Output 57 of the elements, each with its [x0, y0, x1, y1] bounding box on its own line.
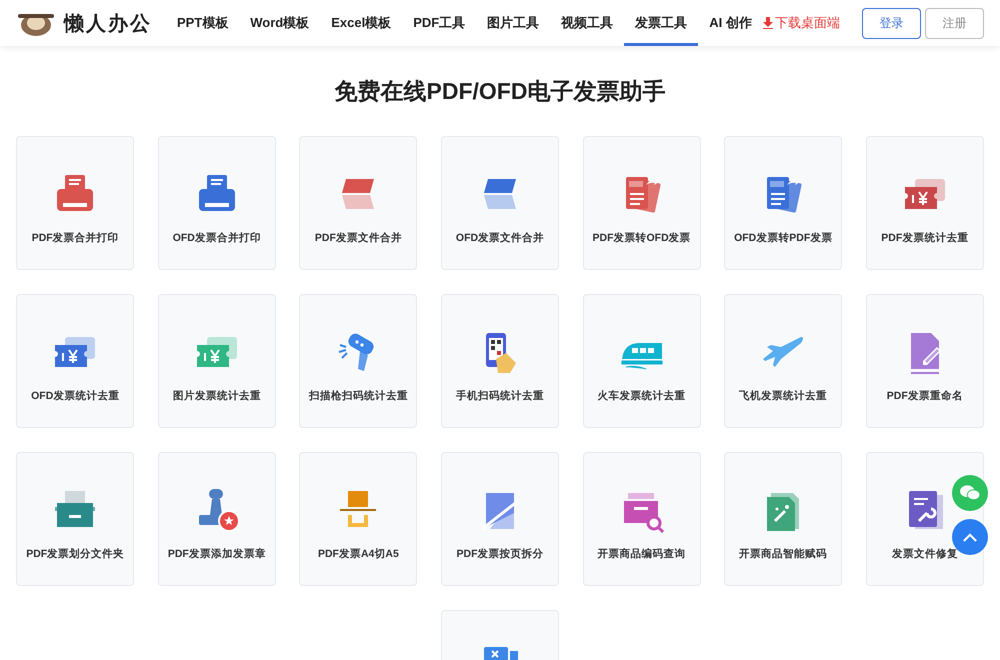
tool-label: 飞机发票统计去重: [739, 389, 828, 403]
tool-card[interactable]: OFD发票文件合并: [441, 136, 559, 270]
download-icon: [762, 17, 773, 29]
tool-label: OFD发票统计去重: [31, 389, 120, 403]
tool-label: PDF发票合并打印: [32, 231, 119, 245]
nav-tab[interactable]: PPT模板: [166, 0, 240, 46]
tool-card[interactable]: 火车发票统计去重: [582, 294, 701, 428]
tool-label: 开票商品编码查询: [598, 547, 686, 561]
nav-tab[interactable]: Excel模板: [320, 0, 402, 46]
page-title: 免费在线PDF/OFD电子发票助手: [334, 77, 666, 106]
tool-label: OFD发票转PDF发票: [734, 231, 832, 245]
tool-label: 开票商品智能赋码: [739, 547, 828, 561]
tool-label: 发票文件修复: [892, 547, 958, 561]
tool-card[interactable]: PDF发票添加发票章: [158, 452, 276, 586]
tool-card[interactable]: PDF发票转OFD发票: [582, 136, 701, 270]
site-logo-text[interactable]: 懒人办公: [64, 10, 152, 36]
tool-card[interactable]: OFD发票转PDF发票: [724, 136, 842, 270]
tool-card[interactable]: 扫描枪扫码统计去重: [299, 294, 418, 428]
chat-bubbles-icon: [959, 484, 981, 502]
tool-label: OFD发票合并打印: [172, 231, 261, 245]
tool-label: PDF发票文件合并: [314, 231, 402, 245]
tool-label: PDF发票重命名: [886, 389, 963, 403]
tool-label: PDF发票统计去重: [881, 231, 968, 245]
tool-label: 图片发票统计去重: [172, 389, 261, 403]
tool-card[interactable]: PDF发票按页拆分: [441, 452, 559, 586]
nav-tab[interactable]: 图片工具: [476, 0, 550, 46]
nav-tab[interactable]: Word模板: [239, 0, 320, 46]
tool-label: PDF发票划分文件夹: [26, 547, 124, 561]
tool-card[interactable]: 手机扫码统计去重: [441, 294, 559, 428]
tool-card[interactable]: PDF发票统计去重: [866, 136, 984, 270]
nav-tab[interactable]: 视频工具: [550, 0, 624, 46]
tool-card[interactable]: 开票商品智能赋码: [724, 452, 842, 586]
tool-card[interactable]: PDF发票重命名: [866, 294, 984, 428]
login-button[interactable]: 登录: [862, 8, 921, 38]
tool-label: PDF发票按页拆分: [456, 547, 544, 561]
tool-label: PDF发票A4切A5: [318, 547, 399, 561]
register-button[interactable]: 注册: [924, 8, 984, 38]
nav-tab[interactable]: 发票工具: [624, 0, 698, 46]
chevron-up-icon: [963, 532, 977, 542]
tool-card[interactable]: 图片发票统计去重: [158, 294, 276, 428]
tool-card[interactable]: PDF发票合并打印: [16, 136, 134, 270]
tool-label: 手机扫码统计去重: [456, 389, 544, 403]
tool-label: PDF发票转OFD发票: [592, 231, 691, 245]
download-link[interactable]: 下载桌面端: [762, 14, 840, 32]
tool-card[interactable]: OFD发票合并打印: [158, 136, 276, 270]
nav-tab[interactable]: PDF工具: [402, 0, 476, 46]
tool-card[interactable]: PDF发票文件合并: [299, 136, 418, 270]
tool-card[interactable]: PDF发票划分文件夹: [16, 452, 134, 586]
tool-label: 火车发票统计去重: [598, 389, 686, 403]
nav-tab[interactable]: AI 创作: [698, 0, 763, 46]
tool-card[interactable]: OFD发票统计去重: [16, 294, 134, 428]
tool-card[interactable]: 开票商品编码查询: [582, 452, 701, 586]
tool-label: 扫描枪扫码统计去重: [308, 389, 408, 403]
tool-card[interactable]: 飞机发票统计去重: [724, 294, 842, 428]
tool-label: PDF发票添加发票章: [168, 547, 266, 561]
tool-card[interactable]: PDF发票A4切A5: [299, 452, 418, 586]
tool-label: OFD发票文件合并: [456, 231, 544, 245]
